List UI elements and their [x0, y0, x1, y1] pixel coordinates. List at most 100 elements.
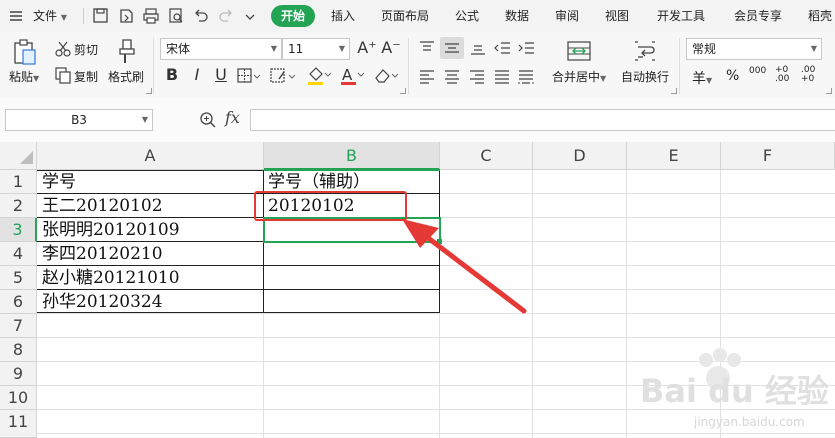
- name-box[interactable]: B3 ▼: [5, 109, 153, 131]
- tab-view[interactable]: 视图: [605, 0, 629, 32]
- row-header-3[interactable]: 3: [0, 218, 37, 242]
- cell-a1[interactable]: 学号: [38, 170, 76, 194]
- font-size-select[interactable]: 11 ▼: [282, 38, 350, 60]
- font-name-select[interactable]: 宋体 ▼: [160, 38, 282, 60]
- hamburger-menu-icon[interactable]: [8, 6, 28, 26]
- redo-icon[interactable]: [217, 6, 237, 26]
- svg-text:A: A: [342, 66, 353, 84]
- wrap-text-icon[interactable]: [632, 38, 658, 67]
- alignment-launcher-icon[interactable]: [671, 88, 677, 94]
- cell-a4[interactable]: 李四20120210: [38, 242, 163, 266]
- cell-a5[interactable]: 赵小糖20121010: [38, 266, 180, 290]
- column-header-e[interactable]: E: [627, 142, 721, 170]
- tab-start[interactable]: 开始: [271, 5, 315, 27]
- customize-dropdown-icon[interactable]: [243, 6, 263, 26]
- paste-icon[interactable]: [12, 38, 38, 69]
- number-launcher-icon[interactable]: [826, 88, 832, 94]
- merge-center-button[interactable]: 合并居中▼: [552, 68, 606, 85]
- row-header-10[interactable]: 10: [0, 386, 37, 410]
- cut-button[interactable]: 剪切: [74, 41, 98, 58]
- merge-center-icon[interactable]: [566, 38, 592, 67]
- decrease-font-size-icon[interactable]: A⁻: [380, 38, 402, 58]
- align-center-icon[interactable]: [443, 69, 461, 88]
- bold-icon[interactable]: B: [162, 65, 182, 85]
- tab-formulas[interactable]: 公式: [455, 0, 479, 32]
- divider: [679, 38, 680, 94]
- save-icon[interactable]: [92, 6, 112, 26]
- cell-a3[interactable]: 张明明20120109: [38, 218, 180, 242]
- formula-input[interactable]: [250, 109, 835, 131]
- align-left-icon[interactable]: [418, 69, 436, 88]
- align-middle-icon[interactable]: [440, 37, 464, 59]
- chevron-down-icon: ▼: [270, 44, 277, 53]
- tab-docer[interactable]: 稻壳: [808, 0, 832, 32]
- percent-format-button[interactable]: %: [726, 68, 739, 84]
- align-right-icon[interactable]: [468, 69, 486, 88]
- cell-a2[interactable]: 王二20120102: [38, 194, 163, 218]
- increase-indent-icon[interactable]: [517, 40, 535, 59]
- row-header-7[interactable]: 7: [0, 314, 37, 338]
- file-menu[interactable]: 文件 ▼: [33, 0, 67, 32]
- column-header-b[interactable]: B: [264, 142, 440, 170]
- chevron-down-icon: ▼: [60, 13, 67, 22]
- fill-color-icon[interactable]: [306, 65, 332, 90]
- tab-review[interactable]: 审阅: [555, 0, 579, 32]
- column-header-c[interactable]: C: [440, 142, 533, 170]
- column-header-d[interactable]: D: [533, 142, 627, 170]
- copy-button[interactable]: 复制: [74, 68, 98, 85]
- font-color-icon[interactable]: A: [339, 65, 365, 90]
- column-header-a[interactable]: A: [37, 142, 264, 170]
- format-painter-icon[interactable]: [115, 38, 139, 69]
- cell-style-icon[interactable]: [270, 67, 296, 88]
- column-header-f[interactable]: F: [721, 142, 835, 170]
- font-name-value: 宋体: [166, 42, 191, 56]
- clipboard-launcher-icon[interactable]: [146, 88, 152, 94]
- cut-icon[interactable]: [54, 40, 72, 61]
- wrap-text-button[interactable]: 自动换行: [621, 68, 669, 85]
- chevron-down-icon: ▼: [600, 74, 607, 83]
- zoom-search-icon[interactable]: [199, 111, 217, 132]
- decrease-indent-icon[interactable]: [493, 40, 511, 59]
- print-preview-icon[interactable]: [167, 6, 187, 26]
- export-icon[interactable]: [117, 6, 137, 26]
- border-icon[interactable]: [237, 67, 261, 88]
- ribbon-toolbar: 粘贴▼ 剪切 复制 格式刷 宋体 ▼ 11 ▼ A⁺ A⁻ B I U A 合并…: [0, 32, 835, 99]
- tab-data[interactable]: 数据: [505, 0, 529, 32]
- row-header-5[interactable]: 5: [0, 266, 37, 290]
- row-header-8[interactable]: 8: [0, 338, 37, 362]
- row-header-2[interactable]: 2: [0, 194, 37, 218]
- font-launcher-icon[interactable]: [400, 88, 406, 94]
- align-bottom-icon[interactable]: [469, 40, 487, 59]
- decrease-decimal-button[interactable]: .00 +0: [801, 66, 819, 84]
- currency-format-button[interactable]: 羊▼: [692, 68, 712, 88]
- chevron-down-icon: ▼: [33, 74, 40, 83]
- align-top-icon[interactable]: [418, 40, 436, 59]
- row-header-11[interactable]: 11: [0, 410, 37, 438]
- distributed-align-icon[interactable]: [517, 69, 535, 88]
- row-header-4[interactable]: 4: [0, 242, 37, 266]
- number-format-select[interactable]: 常规 ▼: [686, 38, 822, 60]
- paste-button[interactable]: 粘贴▼: [9, 68, 39, 85]
- copy-icon[interactable]: [54, 66, 72, 87]
- tab-developer[interactable]: 开发工具: [657, 0, 705, 32]
- increase-font-size-icon[interactable]: A⁺: [356, 38, 378, 58]
- underline-icon[interactable]: U: [211, 65, 231, 85]
- row-header-9[interactable]: 9: [0, 362, 37, 386]
- select-all-corner[interactable]: [0, 142, 37, 170]
- row-header-6[interactable]: 6: [0, 290, 37, 314]
- thousands-separator-button[interactable]: 000: [749, 66, 766, 76]
- cell-a6[interactable]: 孙华20120324: [38, 290, 163, 314]
- print-icon[interactable]: [142, 6, 162, 26]
- row-header-1[interactable]: 1: [0, 170, 37, 194]
- italic-icon[interactable]: I: [187, 65, 207, 85]
- tab-member[interactable]: 会员专享: [734, 0, 782, 32]
- tab-page-layout[interactable]: 页面布局: [381, 0, 429, 32]
- undo-icon[interactable]: [192, 6, 212, 26]
- format-painter-button[interactable]: 格式刷: [108, 68, 144, 85]
- increase-decimal-button[interactable]: +0 .00: [775, 66, 793, 84]
- justify-icon[interactable]: [493, 69, 511, 88]
- tab-insert[interactable]: 插入: [331, 0, 355, 32]
- clear-format-icon[interactable]: [373, 66, 399, 89]
- font-size-value: 11: [288, 42, 304, 56]
- insert-function-button[interactable]: fx: [225, 108, 240, 127]
